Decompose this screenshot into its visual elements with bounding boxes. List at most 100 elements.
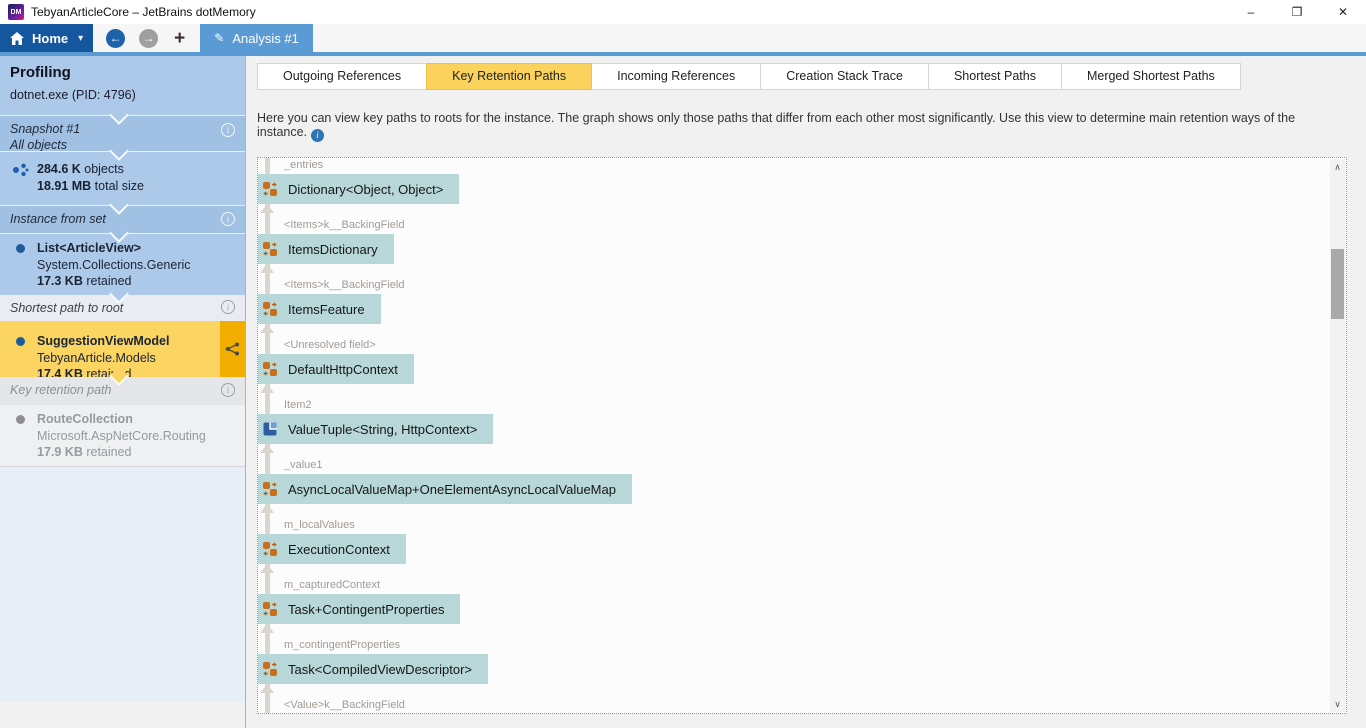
instance-list-item[interactable]: List<ArticleView> System.Collections.Gen… — [0, 223, 245, 295]
graph-node-dictionary[interactable]: Dictionary<Object, Object> — [258, 174, 460, 204]
title-bar: DM TebyanArticleCore – JetBrains dotMemo… — [0, 0, 1366, 24]
total-size: 18.91 MB — [37, 179, 92, 193]
graph-node-itemsfeature[interactable]: ItemsFeature — [258, 294, 381, 324]
window-controls: – ❐ ✕ — [1228, 0, 1366, 24]
object-count-line: 284.6 K objects — [37, 161, 144, 178]
route-namespace: Microsoft.AspNetCore.Routing — [37, 428, 206, 443]
main-toolbar: Home ▾ ← → + ✎ Analysis #1 — [0, 24, 1366, 52]
info-icon[interactable]: i — [221, 212, 235, 226]
class-instance-icon — [263, 482, 277, 496]
main-panel: Outgoing References Key Retention Paths … — [246, 56, 1366, 728]
shortest-path-label: Shortest path to root — [10, 301, 124, 315]
node-label: ItemsFeature — [288, 301, 365, 317]
edge-field-label: m_localValues — [284, 519, 355, 531]
analysis-tab[interactable]: ✎ Analysis #1 — [200, 24, 313, 52]
class-instance-icon — [263, 602, 277, 616]
edge-segment: m_contingentProperties — [258, 624, 1330, 654]
edge-field-label: <Value>k__BackingField — [284, 699, 405, 711]
graph-node-itemsdictionary[interactable]: ItemsDictionary — [258, 234, 394, 264]
graph-node-task-contingentproperties[interactable]: Task+ContingentProperties — [258, 594, 461, 624]
instance-namespace: System.Collections.Generic — [37, 257, 191, 272]
edge-segment: Item2 — [258, 384, 1330, 414]
scroll-up-button[interactable]: ∧ — [1330, 159, 1345, 175]
add-tab-button[interactable]: + — [174, 29, 185, 48]
scroll-down-button[interactable]: ∨ — [1330, 696, 1345, 712]
window-title: TebyanArticleCore – JetBrains dotMemory — [31, 5, 256, 19]
sidebar-bottom-strip — [0, 702, 245, 725]
back-button[interactable]: ← — [106, 28, 126, 48]
object-count-suffix: objects — [80, 162, 124, 176]
node-label: Dictionary<Object, Object> — [288, 181, 444, 197]
graph-node-executioncontext[interactable]: ExecutionContext — [258, 534, 406, 564]
route-retained-size: 17.9 KB — [37, 445, 83, 459]
shortest-path-header: Shortest path to root i — [0, 284, 245, 321]
edge-segment: _entries — [258, 158, 1330, 174]
edge-field-label: m_capturedContext — [284, 579, 380, 591]
instance-bullet-icon — [16, 244, 25, 253]
key-retention-item[interactable]: RouteCollection Microsoft.AspNetCore.Rou… — [0, 405, 245, 467]
class-instance-icon — [263, 662, 277, 676]
info-icon[interactable]: i — [221, 383, 235, 397]
chevron-down-icon[interactable]: ▾ — [78, 33, 83, 44]
scrollbar-thumb[interactable] — [1331, 249, 1344, 319]
edge-field-label: _entries — [284, 159, 324, 171]
instance-retained-suffix: retained — [82, 274, 132, 288]
key-retention-header: Key retention path i — [0, 366, 245, 405]
retention-graph-panel: _entries Dictionary<Object, Object> <Ite… — [257, 157, 1347, 714]
open-paths-button[interactable] — [220, 321, 245, 377]
route-type-name: RouteCollection — [37, 412, 133, 426]
graph-node-defaulthttpcontext[interactable]: DefaultHttpContext — [258, 354, 414, 384]
class-instance-icon — [263, 182, 277, 196]
class-instance-icon — [263, 302, 277, 316]
class-instance-icon — [263, 542, 277, 556]
process-name: dotnet.exe (PID: 4796) — [10, 88, 136, 102]
tab-incoming-references[interactable]: Incoming References — [591, 63, 762, 90]
info-icon[interactable]: i — [221, 300, 235, 314]
node-label: AsyncLocalValueMap+OneElementAsyncLocalV… — [288, 481, 616, 497]
edge-segment: <Items>k__BackingField — [258, 204, 1330, 234]
tab-outgoing-references[interactable]: Outgoing References — [257, 63, 428, 90]
edge-segment: <Unresolved field> — [258, 324, 1330, 354]
close-button[interactable]: ✕ — [1320, 0, 1366, 24]
home-icon — [10, 31, 24, 45]
edge-field-label: m_contingentProperties — [284, 639, 401, 651]
node-label: ValueTuple<String, HttpContext> — [288, 421, 478, 437]
tab-shortest-paths[interactable]: Shortest Paths — [927, 63, 1062, 90]
edge-segment: m_capturedContext — [258, 564, 1330, 594]
arrow-up-icon — [260, 504, 274, 513]
edge-field-label: <Items>k__BackingField — [284, 279, 405, 291]
edge-segment: _value1 — [258, 444, 1330, 474]
pencil-icon: ✎ — [214, 31, 225, 45]
description-text: Here you can view key paths to roots for… — [257, 111, 1296, 139]
info-icon[interactable]: i — [221, 123, 235, 137]
tab-key-retention-paths[interactable]: Key Retention Paths — [426, 63, 593, 90]
node-label: Task<CompiledViewDescriptor> — [288, 661, 473, 677]
edge-field-label: _value1 — [284, 459, 323, 471]
view-description: Here you can view key paths to roots for… — [257, 111, 1347, 142]
home-button[interactable]: Home ▾ — [0, 24, 94, 52]
restore-button[interactable]: ❐ — [1274, 0, 1320, 24]
minimize-button[interactable]: – — [1228, 0, 1274, 24]
struct-instance-icon — [263, 422, 277, 436]
graph-node-valuetuple[interactable]: ValueTuple<String, HttpContext> — [258, 414, 494, 444]
node-label: ExecutionContext — [288, 541, 390, 557]
tab-merged-shortest-paths[interactable]: Merged Shortest Paths — [1060, 63, 1241, 90]
total-size-line: 18.91 MB total size — [37, 178, 144, 195]
class-instance-icon — [263, 362, 277, 376]
graph-scrollbar[interactable]: ∧ ∨ — [1330, 159, 1345, 712]
total-size-suffix: total size — [91, 179, 145, 193]
share-graph-icon — [225, 342, 239, 356]
analysis-tab-label: Analysis #1 — [232, 30, 299, 46]
node-label: DefaultHttpContext — [288, 361, 398, 377]
edge-segment: <Items>k__BackingField — [258, 264, 1330, 294]
tab-creation-stack-trace[interactable]: Creation Stack Trace — [760, 63, 929, 90]
shortest-path-item-selected[interactable]: SuggestionViewModel TebyanArticle.Models… — [0, 321, 245, 381]
forward-button[interactable]: → — [139, 28, 159, 48]
dotmemory-logo-icon: DM — [8, 4, 24, 20]
graph-node-asynclocalvaluemap[interactable]: AsyncLocalValueMap+OneElementAsyncLocalV… — [258, 474, 632, 504]
graph-node-task-compiledviewdescriptor[interactable]: Task<CompiledViewDescriptor> — [258, 654, 489, 684]
objects-summary[interactable]: 284.6 K objects 18.91 MB total size — [0, 141, 245, 205]
edge-field-label: <Items>k__BackingField — [284, 219, 405, 231]
arrow-up-icon — [260, 384, 274, 393]
info-icon[interactable]: i — [311, 129, 325, 142]
